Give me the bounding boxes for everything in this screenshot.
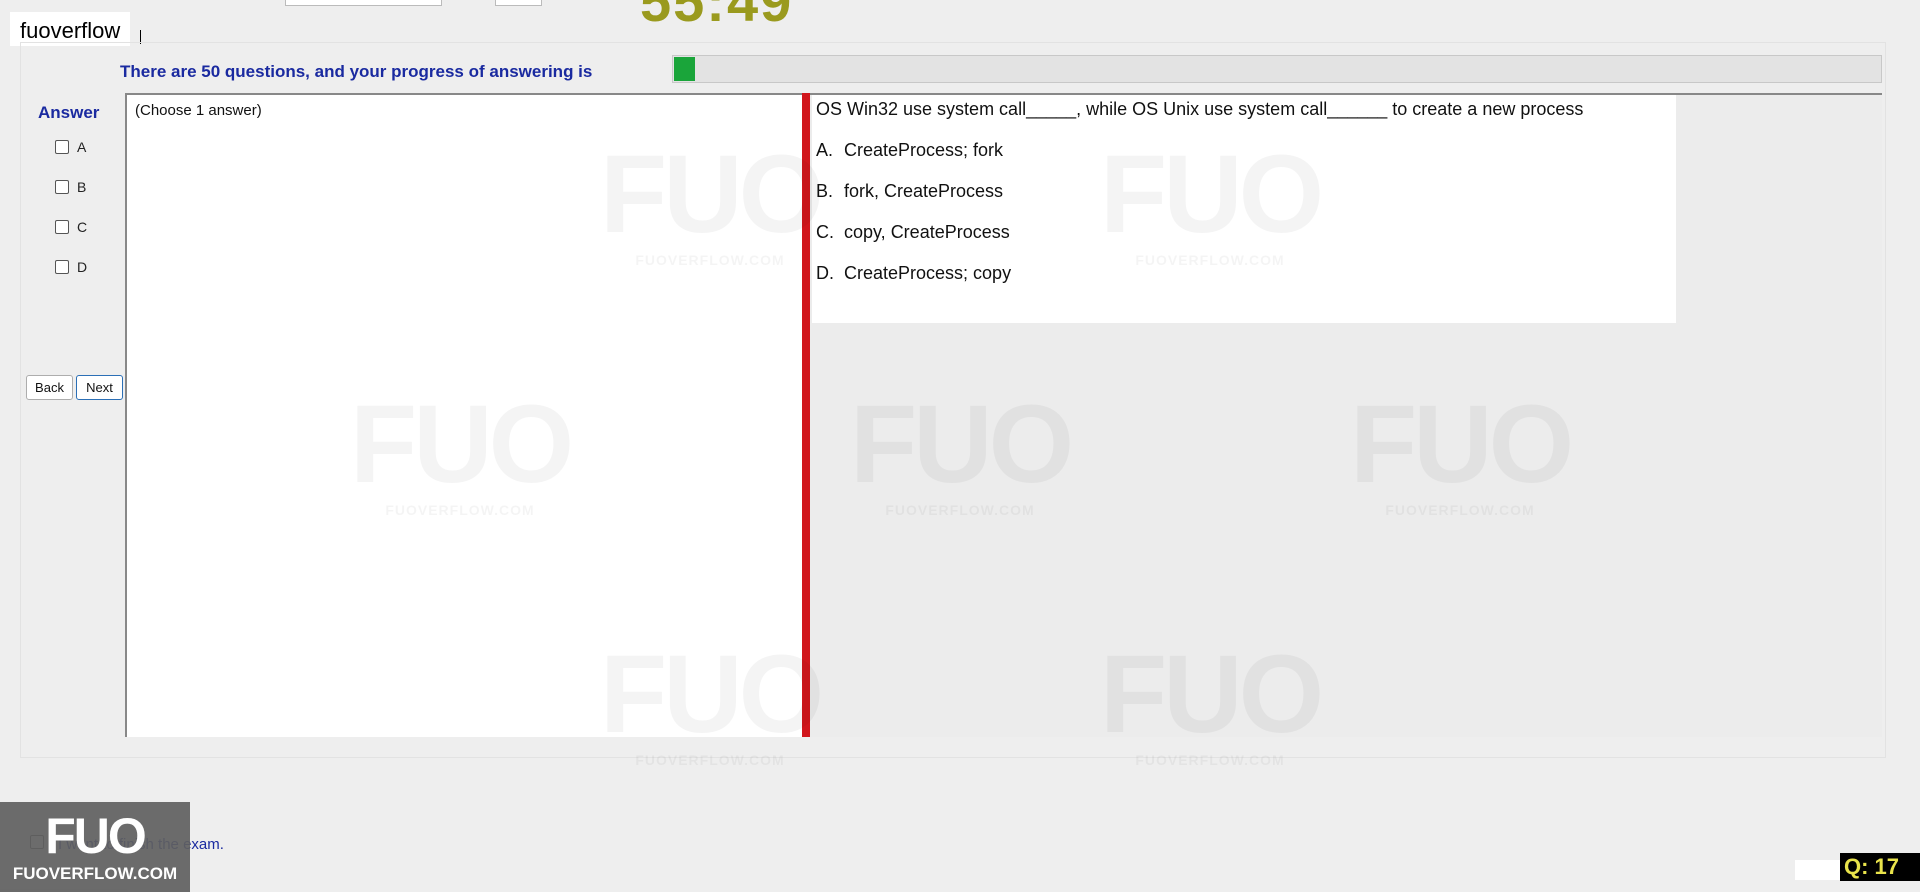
choice-a: A. CreateProcess; fork [816,140,1003,161]
choice-d: D. CreateProcess; copy [816,263,1011,284]
option-c[interactable]: C [55,219,87,235]
progress-label: There are 50 questions, and your progres… [120,62,593,81]
option-b-label: B [77,179,87,195]
progress-bar [672,55,1882,83]
choice-c: C. copy, CreateProcess [816,222,1010,243]
top-small-field[interactable] [495,0,542,6]
answer-text-panel[interactable] [125,93,805,737]
option-d[interactable]: D [55,259,87,275]
choice-b: B. fork, CreateProcess [816,181,1003,202]
question-counter: Q: 17 [1840,853,1920,881]
progress-bar-fill [674,57,695,81]
next-button[interactable]: Next [76,375,123,400]
option-d-label: D [77,259,88,275]
panel-splitter[interactable] [802,93,810,737]
option-a[interactable]: A [55,139,86,155]
back-button[interactable]: Back [26,375,73,400]
top-dropdown[interactable] [285,0,442,6]
choice-c-text: copy, CreateProcess [844,222,1010,242]
exam-timer: 55:49 [640,0,794,33]
question-box [812,95,1676,323]
option-c-checkbox[interactable] [55,220,69,234]
option-d-checkbox[interactable] [55,260,69,274]
brand-label: fuoverflow [10,12,131,46]
option-a-checkbox[interactable] [55,140,69,154]
question-text: OS Win32 use system call_____, while OS … [816,99,1584,119]
logo-site: FUOVERFLOW.COM [12,864,178,883]
fuoverflow-logo: FUO FUOVERFLOW.COM [0,802,190,892]
status-chip [1795,860,1840,880]
choice-a-text: CreateProcess; fork [844,140,1004,160]
option-b[interactable]: B [55,179,86,195]
logo-mark: FUO [45,808,147,864]
option-a-label: A [77,139,87,155]
answer-hint: (Choose 1 answer) [135,102,262,119]
choice-a-letter: A. [816,140,834,160]
choice-b-text: fork, CreateProcess [844,181,1004,201]
choice-c-letter: C. [816,222,834,242]
choice-d-letter: D. [816,263,834,283]
choice-d-text: CreateProcess; copy [844,263,1012,283]
answer-title: Answer [38,103,100,122]
choice-b-letter: B. [816,181,834,201]
option-b-checkbox[interactable] [55,180,69,194]
option-c-label: C [77,219,88,235]
